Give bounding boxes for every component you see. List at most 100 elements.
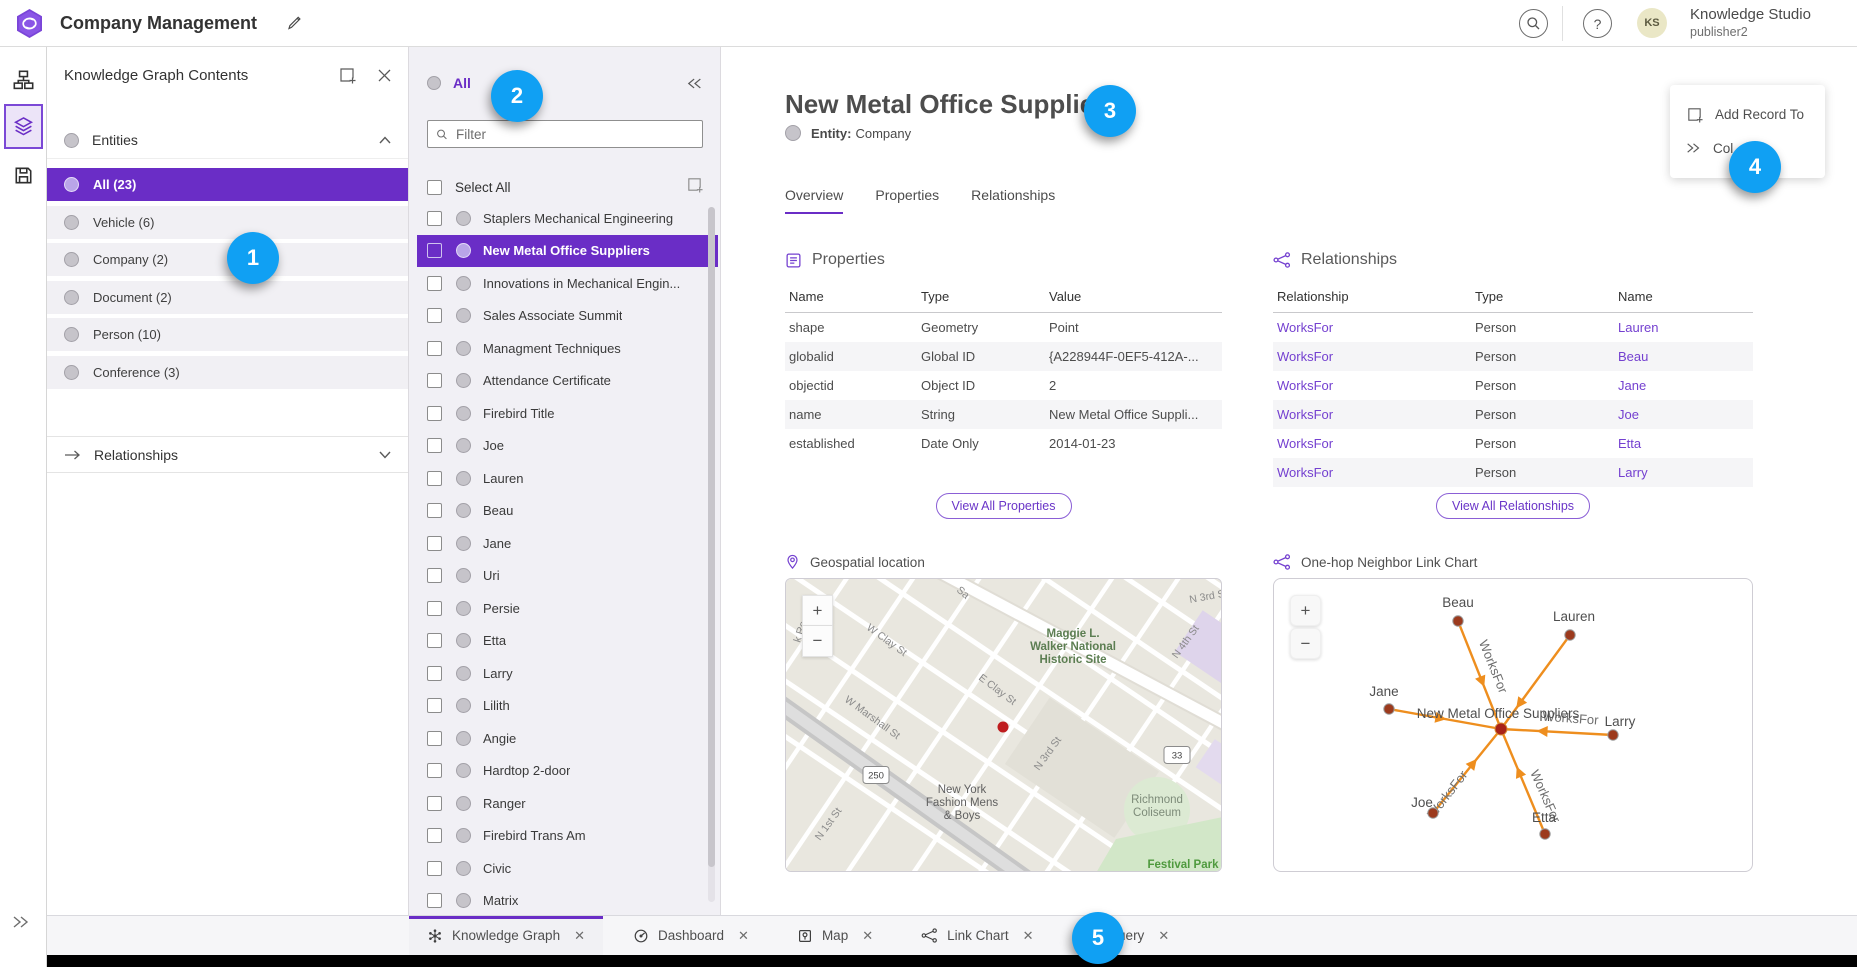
item-checkbox[interactable] xyxy=(427,471,442,486)
item-checkbox[interactable] xyxy=(427,763,442,778)
edit-title-icon[interactable] xyxy=(286,14,303,36)
list-item[interactable]: Civic xyxy=(409,852,720,885)
menu-item-add-record-to[interactable]: Add Record To xyxy=(1670,97,1825,131)
close-tab-icon[interactable]: ✕ xyxy=(1023,928,1034,944)
item-checkbox[interactable] xyxy=(427,568,442,583)
item-checkbox[interactable] xyxy=(427,308,442,323)
entity-type-row[interactable]: All (23) xyxy=(47,168,408,201)
close-panel-icon[interactable] xyxy=(378,69,391,82)
item-checkbox[interactable] xyxy=(427,243,442,258)
list-item[interactable]: Managment Techniques xyxy=(409,332,720,365)
entity-type-row[interactable]: Person (10) xyxy=(47,318,408,351)
item-checkbox[interactable] xyxy=(427,373,442,388)
list-item[interactable]: Jane xyxy=(409,527,720,560)
item-checkbox[interactable] xyxy=(427,828,442,843)
list-item[interactable]: Beau xyxy=(409,495,720,528)
expand-rail-icon[interactable] xyxy=(12,915,30,934)
list-item[interactable]: Staplers Mechanical Engineering xyxy=(409,202,720,235)
center-node[interactable] xyxy=(1495,723,1507,735)
table-cell-link[interactable]: Joe xyxy=(1614,400,1753,429)
table-cell-link[interactable]: WorksFor xyxy=(1273,342,1471,371)
zoom-out-button[interactable]: − xyxy=(802,626,833,657)
zoom-in-button[interactable]: + xyxy=(1290,595,1321,626)
entity-type-row[interactable]: Vehicle (6) xyxy=(47,206,408,239)
item-checkbox[interactable] xyxy=(427,893,442,908)
view-all-relationships-button[interactable]: View All Relationships xyxy=(1436,493,1590,519)
layers-tool-selected[interactable] xyxy=(4,104,43,149)
list-item[interactable]: Sales Associate Summit xyxy=(409,300,720,333)
close-tab-icon[interactable]: ✕ xyxy=(738,928,749,944)
item-checkbox[interactable] xyxy=(427,536,442,551)
list-item[interactable]: Angie xyxy=(409,722,720,755)
help-icon[interactable]: ? xyxy=(1583,9,1612,38)
save-icon[interactable] xyxy=(13,165,34,191)
table-cell-link[interactable]: WorksFor xyxy=(1273,313,1471,343)
list-item[interactable]: Innovations in Mechanical Engin... xyxy=(409,267,720,300)
item-checkbox[interactable] xyxy=(427,503,442,518)
table-cell-link[interactable]: Beau xyxy=(1614,342,1753,371)
tab-knowledge-graph[interactable]: Knowledge Graph✕ xyxy=(409,916,603,955)
entity-type-row[interactable]: Document (2) xyxy=(47,281,408,314)
scrollbar-thumb[interactable] xyxy=(708,207,715,867)
list-item[interactable]: Persie xyxy=(409,592,720,625)
geospatial-map[interactable]: k RoW Clay StSaW Marshall StE Clay StN 3… xyxy=(785,578,1222,872)
table-cell-link[interactable]: Etta xyxy=(1614,429,1753,458)
node[interactable] xyxy=(1565,630,1575,640)
tab-map[interactable]: Map✕ xyxy=(779,916,891,955)
collapse-panel-icon[interactable] xyxy=(687,77,703,95)
list-item[interactable]: Lilith xyxy=(409,690,720,723)
close-tab-icon[interactable]: ✕ xyxy=(1158,928,1169,944)
table-cell-link[interactable]: WorksFor xyxy=(1273,371,1471,400)
close-tab-icon[interactable]: ✕ xyxy=(574,928,585,944)
list-item[interactable]: Etta xyxy=(409,625,720,658)
list-item[interactable]: Larry xyxy=(409,657,720,690)
item-checkbox[interactable] xyxy=(427,666,442,681)
list-item[interactable]: New Metal Office Suppliers xyxy=(417,235,718,268)
app-logo-icon[interactable] xyxy=(14,8,45,39)
list-item[interactable]: Hardtop 2-door xyxy=(409,755,720,788)
add-record-icon[interactable] xyxy=(338,66,356,84)
list-item[interactable]: Joe xyxy=(409,430,720,463)
item-checkbox[interactable] xyxy=(427,438,442,453)
list-item[interactable]: Ranger xyxy=(409,787,720,820)
relationships-section-header[interactable]: Relationships xyxy=(47,436,408,473)
item-checkbox[interactable] xyxy=(427,276,442,291)
item-checkbox[interactable] xyxy=(427,633,442,648)
table-cell-link[interactable]: Jane xyxy=(1614,371,1753,400)
close-tab-icon[interactable]: ✕ xyxy=(862,928,873,944)
item-checkbox[interactable] xyxy=(427,211,442,226)
list-item[interactable]: Attendance Certificate xyxy=(409,365,720,398)
entity-type-row[interactable]: Conference (3) xyxy=(47,356,408,389)
table-cell-link[interactable]: WorksFor xyxy=(1273,429,1471,458)
node[interactable] xyxy=(1608,730,1618,740)
scrollbar[interactable] xyxy=(708,207,715,902)
node[interactable] xyxy=(1384,704,1394,714)
entities-section-header[interactable]: Entities xyxy=(47,122,408,159)
item-checkbox[interactable] xyxy=(427,731,442,746)
list-item[interactable]: Uri xyxy=(409,560,720,593)
view-all-properties-button[interactable]: View All Properties xyxy=(936,493,1072,519)
table-cell-link[interactable]: Larry xyxy=(1614,458,1753,487)
search-icon[interactable] xyxy=(1519,9,1548,38)
tab-dashboard[interactable]: Dashboard✕ xyxy=(615,916,767,955)
avatar[interactable]: KS xyxy=(1637,8,1667,38)
item-checkbox[interactable] xyxy=(427,861,442,876)
list-item[interactable]: Firebird Trans Am xyxy=(409,820,720,853)
table-cell-link[interactable]: WorksFor xyxy=(1273,400,1471,429)
table-cell-link[interactable]: WorksFor xyxy=(1273,458,1471,487)
data-model-icon[interactable] xyxy=(13,70,34,96)
one-hop-link-chart[interactable]: WorksForWorksForWorksForWorksForNew Meta… xyxy=(1273,578,1753,872)
add-record-icon[interactable] xyxy=(686,176,703,198)
item-checkbox[interactable] xyxy=(427,406,442,421)
item-checkbox[interactable] xyxy=(427,698,442,713)
item-checkbox[interactable] xyxy=(427,341,442,356)
list-item[interactable]: Matrix xyxy=(409,885,720,916)
zoom-in-button[interactable]: + xyxy=(802,595,833,626)
select-all-checkbox[interactable] xyxy=(427,180,442,195)
filter-input[interactable] xyxy=(456,127,694,142)
select-all-row[interactable]: Select All xyxy=(427,173,703,201)
list-item[interactable]: Firebird Title xyxy=(409,397,720,430)
item-checkbox[interactable] xyxy=(427,601,442,616)
node[interactable] xyxy=(1540,829,1550,839)
tab-link-chart[interactable]: Link Chart✕ xyxy=(903,916,1051,955)
